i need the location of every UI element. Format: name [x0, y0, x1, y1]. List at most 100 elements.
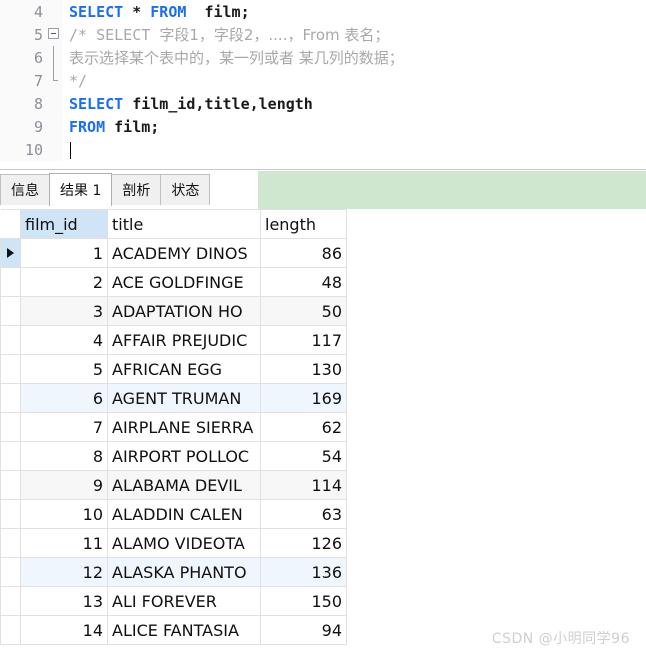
- cell-length[interactable]: 169: [260, 383, 347, 413]
- code-segment: film_id,title,length: [132, 94, 313, 113]
- cell-length[interactable]: 136: [260, 557, 347, 587]
- cell-film-id[interactable]: 10: [20, 499, 108, 529]
- cell-title[interactable]: ALADDIN CALEN: [107, 499, 261, 529]
- table-body[interactable]: 1 ACADEMY DINOS 86 2 ACE GOLDFINGE 48 3 ADAPTAT…: [0, 238, 347, 645]
- code-line[interactable]: 6 表示选择某个表中的，某一列或者 某几列的数据；: [0, 46, 646, 69]
- table-row[interactable]: 10 ALADDIN CALEN 63: [0, 499, 347, 529]
- row-marker-cell[interactable]: [0, 557, 21, 587]
- row-marker-cell[interactable]: [0, 441, 21, 471]
- row-marker-cell[interactable]: [0, 586, 21, 616]
- row-marker-cell[interactable]: [0, 499, 21, 529]
- code-text[interactable]: 表示选择某个表中的，某一列或者 某几列的数据；: [62, 47, 404, 68]
- tab-1[interactable]: 信息: [0, 174, 50, 205]
- code-text[interactable]: FROM film;: [62, 118, 159, 136]
- cell-title[interactable]: AFFAIR PREJUDIC: [107, 325, 261, 355]
- row-marker-cell[interactable]: [0, 470, 21, 500]
- column-header-film-id[interactable]: film_id: [20, 209, 108, 239]
- cell-film-id[interactable]: 6: [20, 383, 108, 413]
- sql-editor[interactable]: 4 SELECT * FROM film; 5 /* SELECT 字段1，字段2，.…: [0, 0, 646, 170]
- result-table[interactable]: film_id title length 1 ACADEMY DINOS 86 2 AC…: [0, 209, 347, 645]
- table-row[interactable]: 1 ACADEMY DINOS 86: [0, 238, 347, 268]
- cell-title[interactable]: ACADEMY DINOS: [107, 238, 261, 268]
- table-row[interactable]: 9 ALABAMA DEVIL 114: [0, 470, 347, 500]
- cell-film-id[interactable]: 2: [20, 267, 108, 297]
- cell-title[interactable]: AIRPLANE SIERRA: [107, 412, 261, 442]
- result-grid[interactable]: film_id title length 1 ACADEMY DINOS 86 2 AC…: [0, 209, 646, 658]
- cell-length[interactable]: 114: [260, 470, 347, 500]
- cell-title[interactable]: ALICE FANTASIA: [107, 615, 261, 645]
- cell-length[interactable]: 63: [260, 499, 347, 529]
- code-line[interactable]: 8 SELECT film_id,title,length: [0, 92, 646, 115]
- code-text[interactable]: [62, 141, 71, 159]
- cell-film-id[interactable]: 12: [20, 557, 108, 587]
- cell-length[interactable]: 94: [260, 615, 347, 645]
- tab-2[interactable]: 结果 1: [49, 173, 113, 206]
- row-marker-cell[interactable]: [0, 325, 21, 355]
- cell-length[interactable]: 50: [260, 296, 347, 326]
- row-marker-cell[interactable]: [0, 615, 21, 645]
- cell-length[interactable]: 48: [260, 267, 347, 297]
- cell-length[interactable]: 62: [260, 412, 347, 442]
- row-marker-cell[interactable]: [0, 383, 21, 413]
- table-row[interactable]: 2 ACE GOLDFINGE 48: [0, 267, 347, 297]
- code-line[interactable]: 4 SELECT * FROM film;: [0, 0, 646, 23]
- table-row[interactable]: 5 AFRICAN EGG 130: [0, 354, 347, 384]
- table-row[interactable]: 7 AIRPLANE SIERRA 62: [0, 412, 347, 442]
- tab-list[interactable]: 信息 结果 1 剖析 状态: [0, 173, 211, 206]
- cell-film-id[interactable]: 3: [20, 296, 108, 326]
- table-row[interactable]: 14 ALICE FANTASIA 94: [0, 615, 347, 645]
- row-marker-cell[interactable]: [0, 238, 21, 268]
- table-row[interactable]: 8 AIRPORT POLLOC 54: [0, 441, 347, 471]
- code-text[interactable]: */: [62, 72, 87, 90]
- cell-film-id[interactable]: 9: [20, 470, 108, 500]
- tab-4[interactable]: 状态: [160, 174, 211, 205]
- cell-title[interactable]: ALASKA PHANTO: [107, 557, 261, 587]
- table-row[interactable]: 11 ALAMO VIDEOTA 126: [0, 528, 347, 558]
- column-header-length[interactable]: length: [260, 209, 347, 239]
- table-row[interactable]: 4 AFFAIR PREJUDIC 117: [0, 325, 347, 355]
- code-line[interactable]: 5 /* SELECT 字段1，字段2，....，From 表名；: [0, 23, 646, 46]
- table-row[interactable]: 6 AGENT TRUMAN 169: [0, 383, 347, 413]
- table-row[interactable]: 13 ALI FOREVER 150: [0, 586, 347, 616]
- table-row[interactable]: 3 ADAPTATION HO 50: [0, 296, 347, 326]
- cell-length[interactable]: 117: [260, 325, 347, 355]
- cell-film-id[interactable]: 14: [20, 615, 108, 645]
- code-text[interactable]: /* SELECT 字段1，字段2，....，From 表名；: [62, 24, 389, 45]
- cell-film-id[interactable]: 8: [20, 441, 108, 471]
- cell-length[interactable]: 130: [260, 354, 347, 384]
- editor-lines[interactable]: 4 SELECT * FROM film; 5 /* SELECT 字段1，字段2，.…: [0, 0, 646, 161]
- cell-length[interactable]: 150: [260, 586, 347, 616]
- cell-title[interactable]: ALAMO VIDEOTA: [107, 528, 261, 558]
- row-marker-cell[interactable]: [0, 296, 21, 326]
- table-row[interactable]: 12 ALASKA PHANTO 136: [0, 557, 347, 587]
- code-line[interactable]: 7 */: [0, 69, 646, 92]
- code-line[interactable]: 10: [0, 138, 646, 161]
- cell-title[interactable]: ACE GOLDFINGE: [107, 267, 261, 297]
- cell-film-id[interactable]: 1: [20, 238, 108, 268]
- code-text[interactable]: SELECT film_id,title,length: [62, 95, 313, 113]
- cell-film-id[interactable]: 13: [20, 586, 108, 616]
- column-header-title[interactable]: title: [107, 209, 261, 239]
- fold-column[interactable]: [46, 23, 62, 46]
- cell-title[interactable]: ALABAMA DEVIL: [107, 470, 261, 500]
- row-marker-cell[interactable]: [0, 267, 21, 297]
- cell-film-id[interactable]: 11: [20, 528, 108, 558]
- cell-length[interactable]: 86: [260, 238, 347, 268]
- cell-length[interactable]: 126: [260, 528, 347, 558]
- tab-3[interactable]: 剖析: [111, 174, 162, 205]
- cell-film-id[interactable]: 4: [20, 325, 108, 355]
- cell-film-id[interactable]: 5: [20, 354, 108, 384]
- cell-length[interactable]: 54: [260, 441, 347, 471]
- cell-title[interactable]: AIRPORT POLLOC: [107, 441, 261, 471]
- code-text[interactable]: SELECT * FROM film;: [62, 3, 250, 21]
- code-line[interactable]: 9 FROM film;: [0, 115, 646, 138]
- cell-title[interactable]: AGENT TRUMAN: [107, 383, 261, 413]
- row-marker-cell[interactable]: [0, 528, 21, 558]
- cell-title[interactable]: ALI FOREVER: [107, 586, 261, 616]
- fold-collapse-icon[interactable]: [48, 28, 59, 39]
- cell-film-id[interactable]: 7: [20, 412, 108, 442]
- cell-title[interactable]: AFRICAN EGG: [107, 354, 261, 384]
- row-marker-cell[interactable]: [0, 412, 21, 442]
- row-marker-cell[interactable]: [0, 354, 21, 384]
- cell-title[interactable]: ADAPTATION HO: [107, 296, 261, 326]
